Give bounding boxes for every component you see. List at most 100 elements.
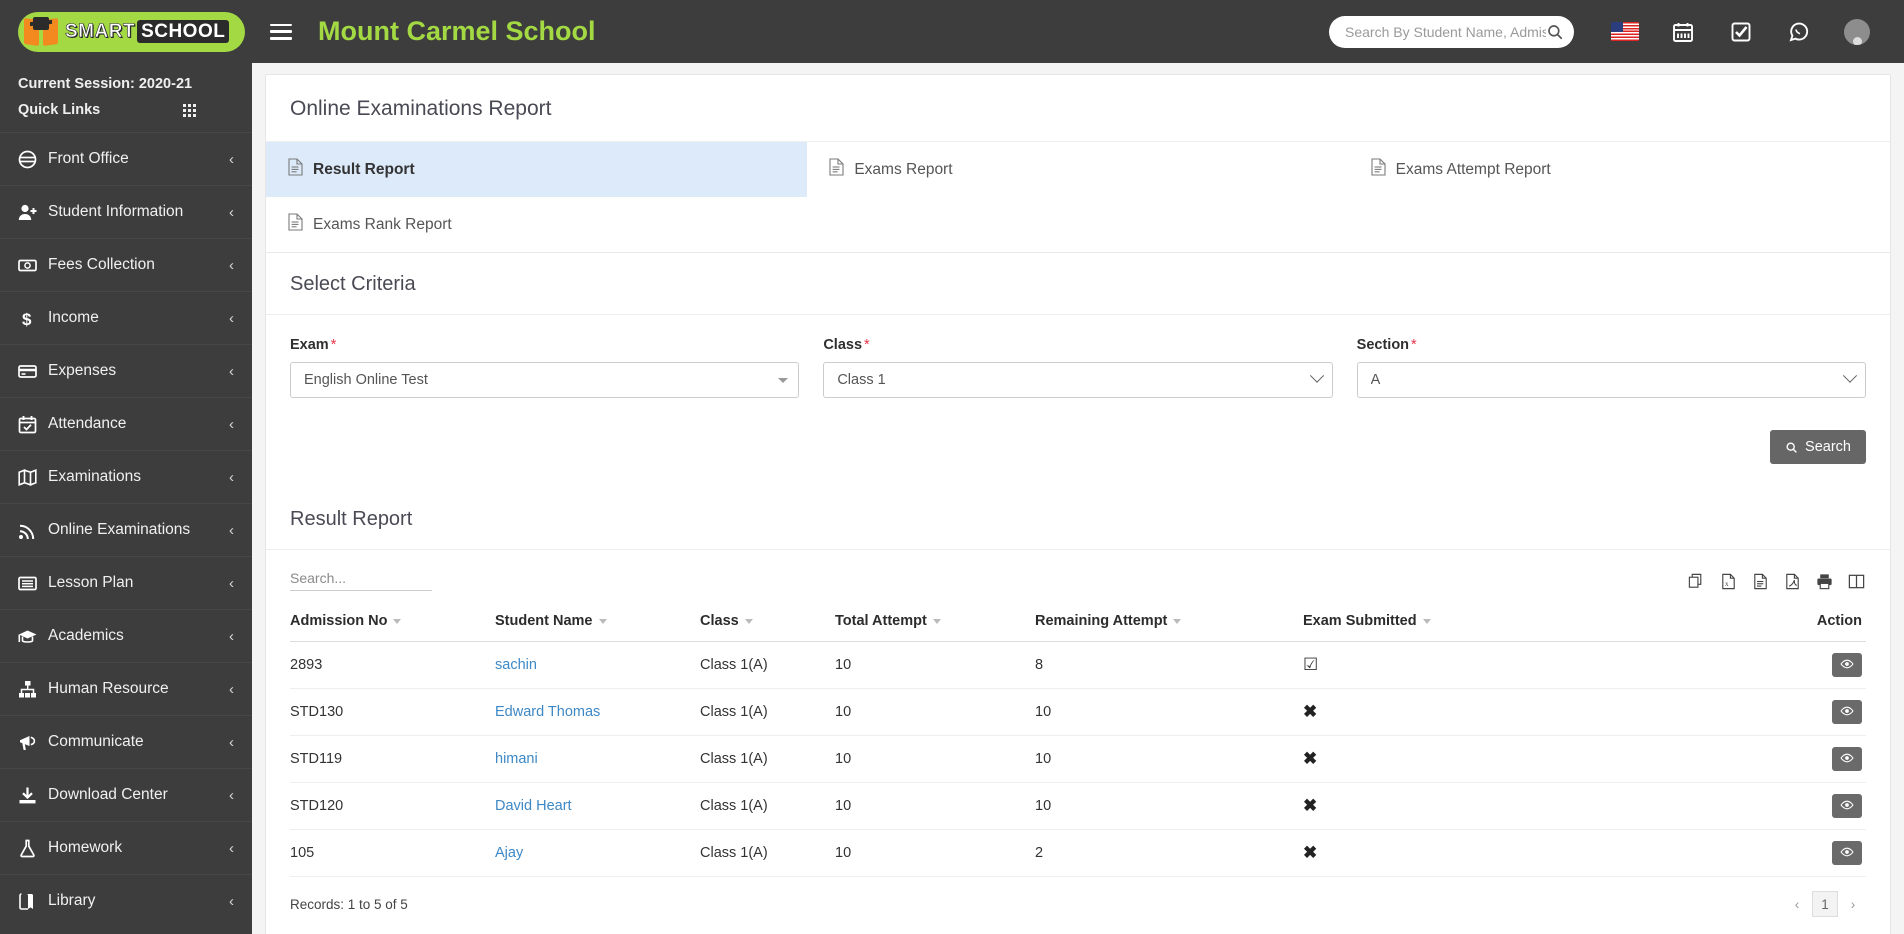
main-content: Online Examinations Report Result Report… (252, 63, 1904, 934)
view-result-button[interactable] (1832, 794, 1862, 818)
cell-class: Class 1(A) (700, 829, 835, 877)
section-select[interactable]: A (1356, 362, 1866, 398)
column-header-student-name[interactable]: Student Name (495, 605, 700, 642)
user-profile-button[interactable] (1828, 0, 1886, 63)
pagination-next[interactable]: › (1840, 891, 1866, 917)
sidebar-item-homework[interactable]: Homework ‹ (0, 821, 252, 874)
class-select[interactable]: Class 1 (823, 362, 1333, 398)
sidebar-item-fees-collection[interactable]: Fees Collection ‹ (0, 238, 252, 291)
quick-links-grid-icon[interactable] (183, 103, 196, 117)
search-icon[interactable] (1546, 23, 1564, 41)
chevron-left-icon: ‹ (229, 362, 234, 380)
tab-label: Exams Attempt Report (1395, 160, 1551, 178)
menu-toggle-button[interactable] (270, 23, 292, 40)
student-name-link[interactable]: David Heart (495, 798, 572, 814)
svg-text:x: x (1725, 580, 1729, 588)
cell-student-name[interactable]: himani (495, 735, 700, 783)
sidebar-item-library[interactable]: Library ‹ (0, 874, 252, 927)
pdf-icon[interactable] (1783, 572, 1802, 591)
cell-student-name[interactable]: David Heart (495, 782, 700, 830)
sidebar-item-lesson-plan[interactable]: Lesson Plan ‹ (0, 556, 252, 609)
sidebar-item-academics[interactable]: Academics ‹ (0, 609, 252, 662)
cell-admission-no: STD120 (290, 782, 495, 830)
column-header-label: Class (700, 613, 739, 629)
quick-links-label[interactable]: Quick Links (18, 102, 100, 118)
topbar-actions (1329, 0, 1904, 63)
search-input[interactable] (1345, 23, 1546, 40)
records-info: Records: 1 to 5 of 5 (290, 896, 408, 912)
cell-student-name[interactable]: sachin (495, 641, 700, 689)
global-search[interactable] (1329, 15, 1574, 48)
sidebar-item-online-examinations[interactable]: Online Examinations ‹ (0, 503, 252, 556)
student-name-link[interactable]: sachin (495, 657, 537, 673)
column-header-admission-no[interactable]: Admission No (290, 605, 495, 642)
field-label-text: Section (1356, 337, 1410, 353)
cell-exam-submitted: ✖ (1303, 782, 1776, 830)
chevron-left-icon: ‹ (229, 468, 234, 486)
criteria-form: Exam * English Online Test Class * Class 1 Sec… (266, 315, 1890, 412)
print-icon[interactable] (1815, 572, 1834, 591)
cell-student-name[interactable]: Edward Thomas (495, 688, 700, 736)
tab-exams-rank-report[interactable]: Exams Rank Report (266, 197, 807, 252)
cell-student-name[interactable]: Ajay (495, 829, 700, 877)
field-label-text: Class (823, 337, 863, 353)
sidebar-item-communicate[interactable]: Communicate ‹ (0, 715, 252, 768)
sidebar-menu: Front Office ‹ Student Information ‹ Fees Co… (0, 132, 252, 927)
calendar-button[interactable] (1654, 0, 1712, 63)
logo-text: SMART SCHOOL (65, 19, 230, 43)
column-header-remaining-attempt[interactable]: Remaining Attempt (1035, 605, 1303, 642)
column-header-total-attempt[interactable]: Total Attempt (835, 605, 1035, 642)
column-header-label: Remaining Attempt (1035, 613, 1168, 629)
excel-icon[interactable]: x (1719, 572, 1738, 591)
column-header-action[interactable]: Action (1776, 605, 1866, 642)
tab-exams-attempt-report[interactable]: Exams Attempt Report (1349, 142, 1890, 197)
eye-icon (1840, 704, 1854, 721)
whatsapp-button[interactable] (1770, 0, 1828, 63)
exam-select[interactable]: English Online Test (290, 362, 800, 398)
view-result-button[interactable] (1832, 700, 1862, 724)
column-header-class[interactable]: Class (700, 605, 835, 642)
column-header-exam-submitted[interactable]: Exam Submitted (1303, 605, 1776, 642)
eye-icon (1840, 798, 1854, 815)
required-mark: * (864, 337, 870, 353)
app-logo[interactable]: SMART SCHOOL (0, 0, 252, 63)
sidebar-item-human-resource[interactable]: Human Resource ‹ (0, 662, 252, 715)
submitted-cross-icon: ✖ (1303, 796, 1318, 815)
column-header-label: Student Name (495, 613, 593, 629)
table-search-input[interactable] (290, 570, 432, 591)
student-name-link[interactable]: Ajay (495, 845, 523, 861)
eye-icon (1840, 657, 1854, 674)
sidebar-item-income[interactable]: $ Income ‹ (0, 291, 252, 344)
pagination-prev[interactable]: ‹ (1784, 891, 1810, 917)
submitted-cross-icon: ✖ (1303, 749, 1318, 768)
student-name-link[interactable]: Edward Thomas (495, 704, 600, 720)
front-office-icon (18, 150, 48, 169)
cell-remaining-attempt: 2 (1035, 829, 1303, 877)
sidebar-item-download-center[interactable]: Download Center ‹ (0, 768, 252, 821)
sidebar-item-student-information[interactable]: Student Information ‹ (0, 185, 252, 238)
view-result-button[interactable] (1832, 747, 1862, 771)
tasks-button[interactable] (1712, 0, 1770, 63)
student-name-link[interactable]: himani (495, 751, 538, 767)
cell-action (1776, 688, 1866, 736)
criteria-field-class: Class * Class 1 (823, 337, 1333, 398)
sidebar-item-examinations[interactable]: Examinations ‹ (0, 450, 252, 503)
copy-icon[interactable] (1687, 572, 1706, 591)
language-flag-button[interactable] (1596, 0, 1654, 63)
csv-icon[interactable] (1751, 572, 1770, 591)
view-result-button[interactable] (1832, 653, 1862, 677)
column-visibility-icon[interactable] (1847, 572, 1866, 591)
sidebar-item-front-office[interactable]: Front Office ‹ (0, 132, 252, 185)
table-row: STD120 David Heart Class 1(A) 10 10 ✖ (290, 782, 1866, 830)
tab-result-report[interactable]: Result Report (266, 142, 808, 197)
pagination-page-1[interactable]: 1 (1812, 891, 1838, 917)
tab-exams-report[interactable]: Exams Report (807, 142, 1348, 197)
search-button[interactable]: Search (1770, 430, 1866, 464)
cell-total-attempt: 10 (835, 829, 1035, 877)
sidebar-item-expenses[interactable]: Expenses ‹ (0, 344, 252, 397)
sidebar-item-attendance[interactable]: Attendance ‹ (0, 397, 252, 450)
sidebar-item-label: Fees Collection (48, 256, 155, 273)
submitted-checked-icon: ☑ (1303, 655, 1319, 674)
view-result-button[interactable] (1832, 841, 1862, 865)
field-label: Class * (823, 337, 1332, 353)
